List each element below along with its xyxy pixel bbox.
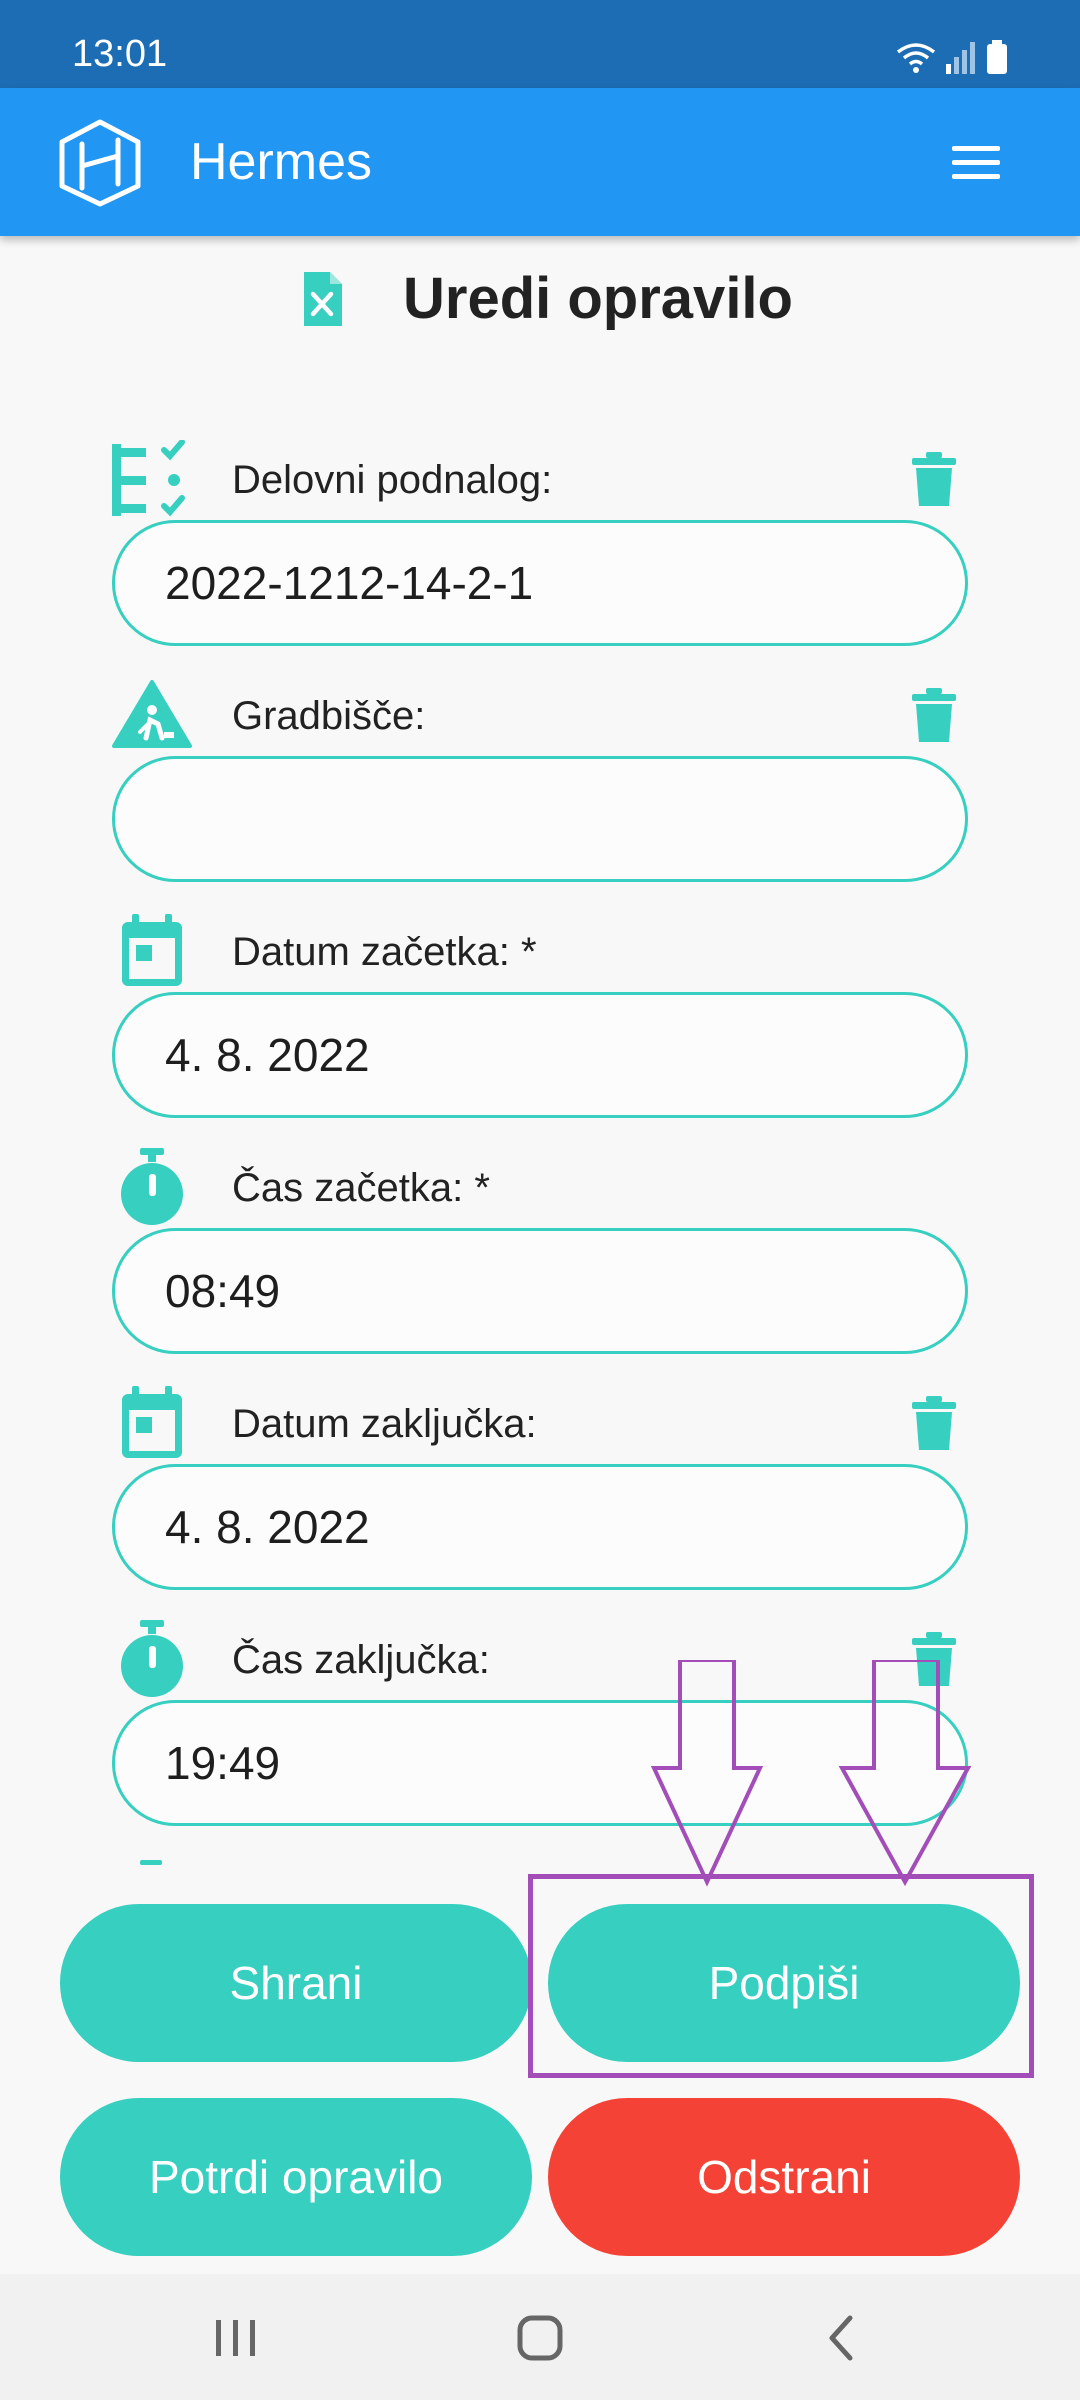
save-button[interactable]: Shrani xyxy=(60,1904,532,2062)
stopwatch-icon xyxy=(121,1620,183,1697)
calendar-icon xyxy=(122,914,182,986)
calendar-icon xyxy=(122,1386,182,1458)
field-construction-site: Gradbišče: xyxy=(0,676,1080,912)
wifi-icon xyxy=(896,43,936,73)
next-field-icon-peek xyxy=(140,1860,162,1865)
annotation-arrows xyxy=(650,1660,972,1887)
construction-sign-icon xyxy=(112,680,192,748)
trash-icon[interactable] xyxy=(912,452,956,506)
trash-icon[interactable] xyxy=(912,1396,956,1450)
status-time: 13:01 xyxy=(72,33,168,75)
field-label: Čas zaključka: xyxy=(232,1638,490,1682)
field-label: Delovni podnalog: xyxy=(232,458,553,502)
start-time-input[interactable] xyxy=(112,1228,968,1354)
system-nav-bar xyxy=(0,2274,1080,2400)
recent-apps-icon[interactable] xyxy=(206,2310,266,2366)
stopwatch-icon xyxy=(121,1148,183,1225)
construction-site-input[interactable] xyxy=(112,756,968,882)
status-bar: 13:01 xyxy=(0,0,1080,88)
field-label: Datum zaključka: xyxy=(232,1402,537,1446)
checklist-icon xyxy=(112,440,185,517)
page-title: Uredi opravilo xyxy=(403,266,793,331)
field-end-date: Datum zaključka: xyxy=(0,1384,1080,1620)
field-start-time: Čas začetka: * xyxy=(0,1148,1080,1384)
home-icon[interactable] xyxy=(510,2310,570,2366)
annotation-highlight-box xyxy=(528,1874,1034,2078)
work-order-input[interactable] xyxy=(112,520,968,646)
battery-icon xyxy=(987,40,1007,74)
remove-button[interactable]: Odstrani xyxy=(548,2098,1020,2256)
field-label: Čas začetka: * xyxy=(232,1166,490,1210)
app-bar: Hermes xyxy=(0,88,1080,236)
hermes-logo-icon xyxy=(59,119,141,207)
start-date-input[interactable] xyxy=(112,992,968,1118)
trash-icon[interactable] xyxy=(912,688,956,742)
confirm-task-button[interactable]: Potrdi opravilo xyxy=(60,2098,532,2256)
field-label: Gradbišče: xyxy=(232,694,426,738)
field-work-order: Delovni podnalog: xyxy=(0,440,1080,676)
signal-icon xyxy=(946,42,975,74)
status-icons xyxy=(896,38,1008,74)
app-title: Hermes xyxy=(190,133,373,191)
field-start-date: Datum začetka: * xyxy=(0,912,1080,1148)
end-date-input[interactable] xyxy=(112,1464,968,1590)
task-file-icon xyxy=(304,272,342,326)
field-label: Datum začetka: * xyxy=(232,930,537,974)
hamburger-menu-icon[interactable] xyxy=(940,132,1012,192)
back-icon[interactable] xyxy=(812,2310,872,2366)
